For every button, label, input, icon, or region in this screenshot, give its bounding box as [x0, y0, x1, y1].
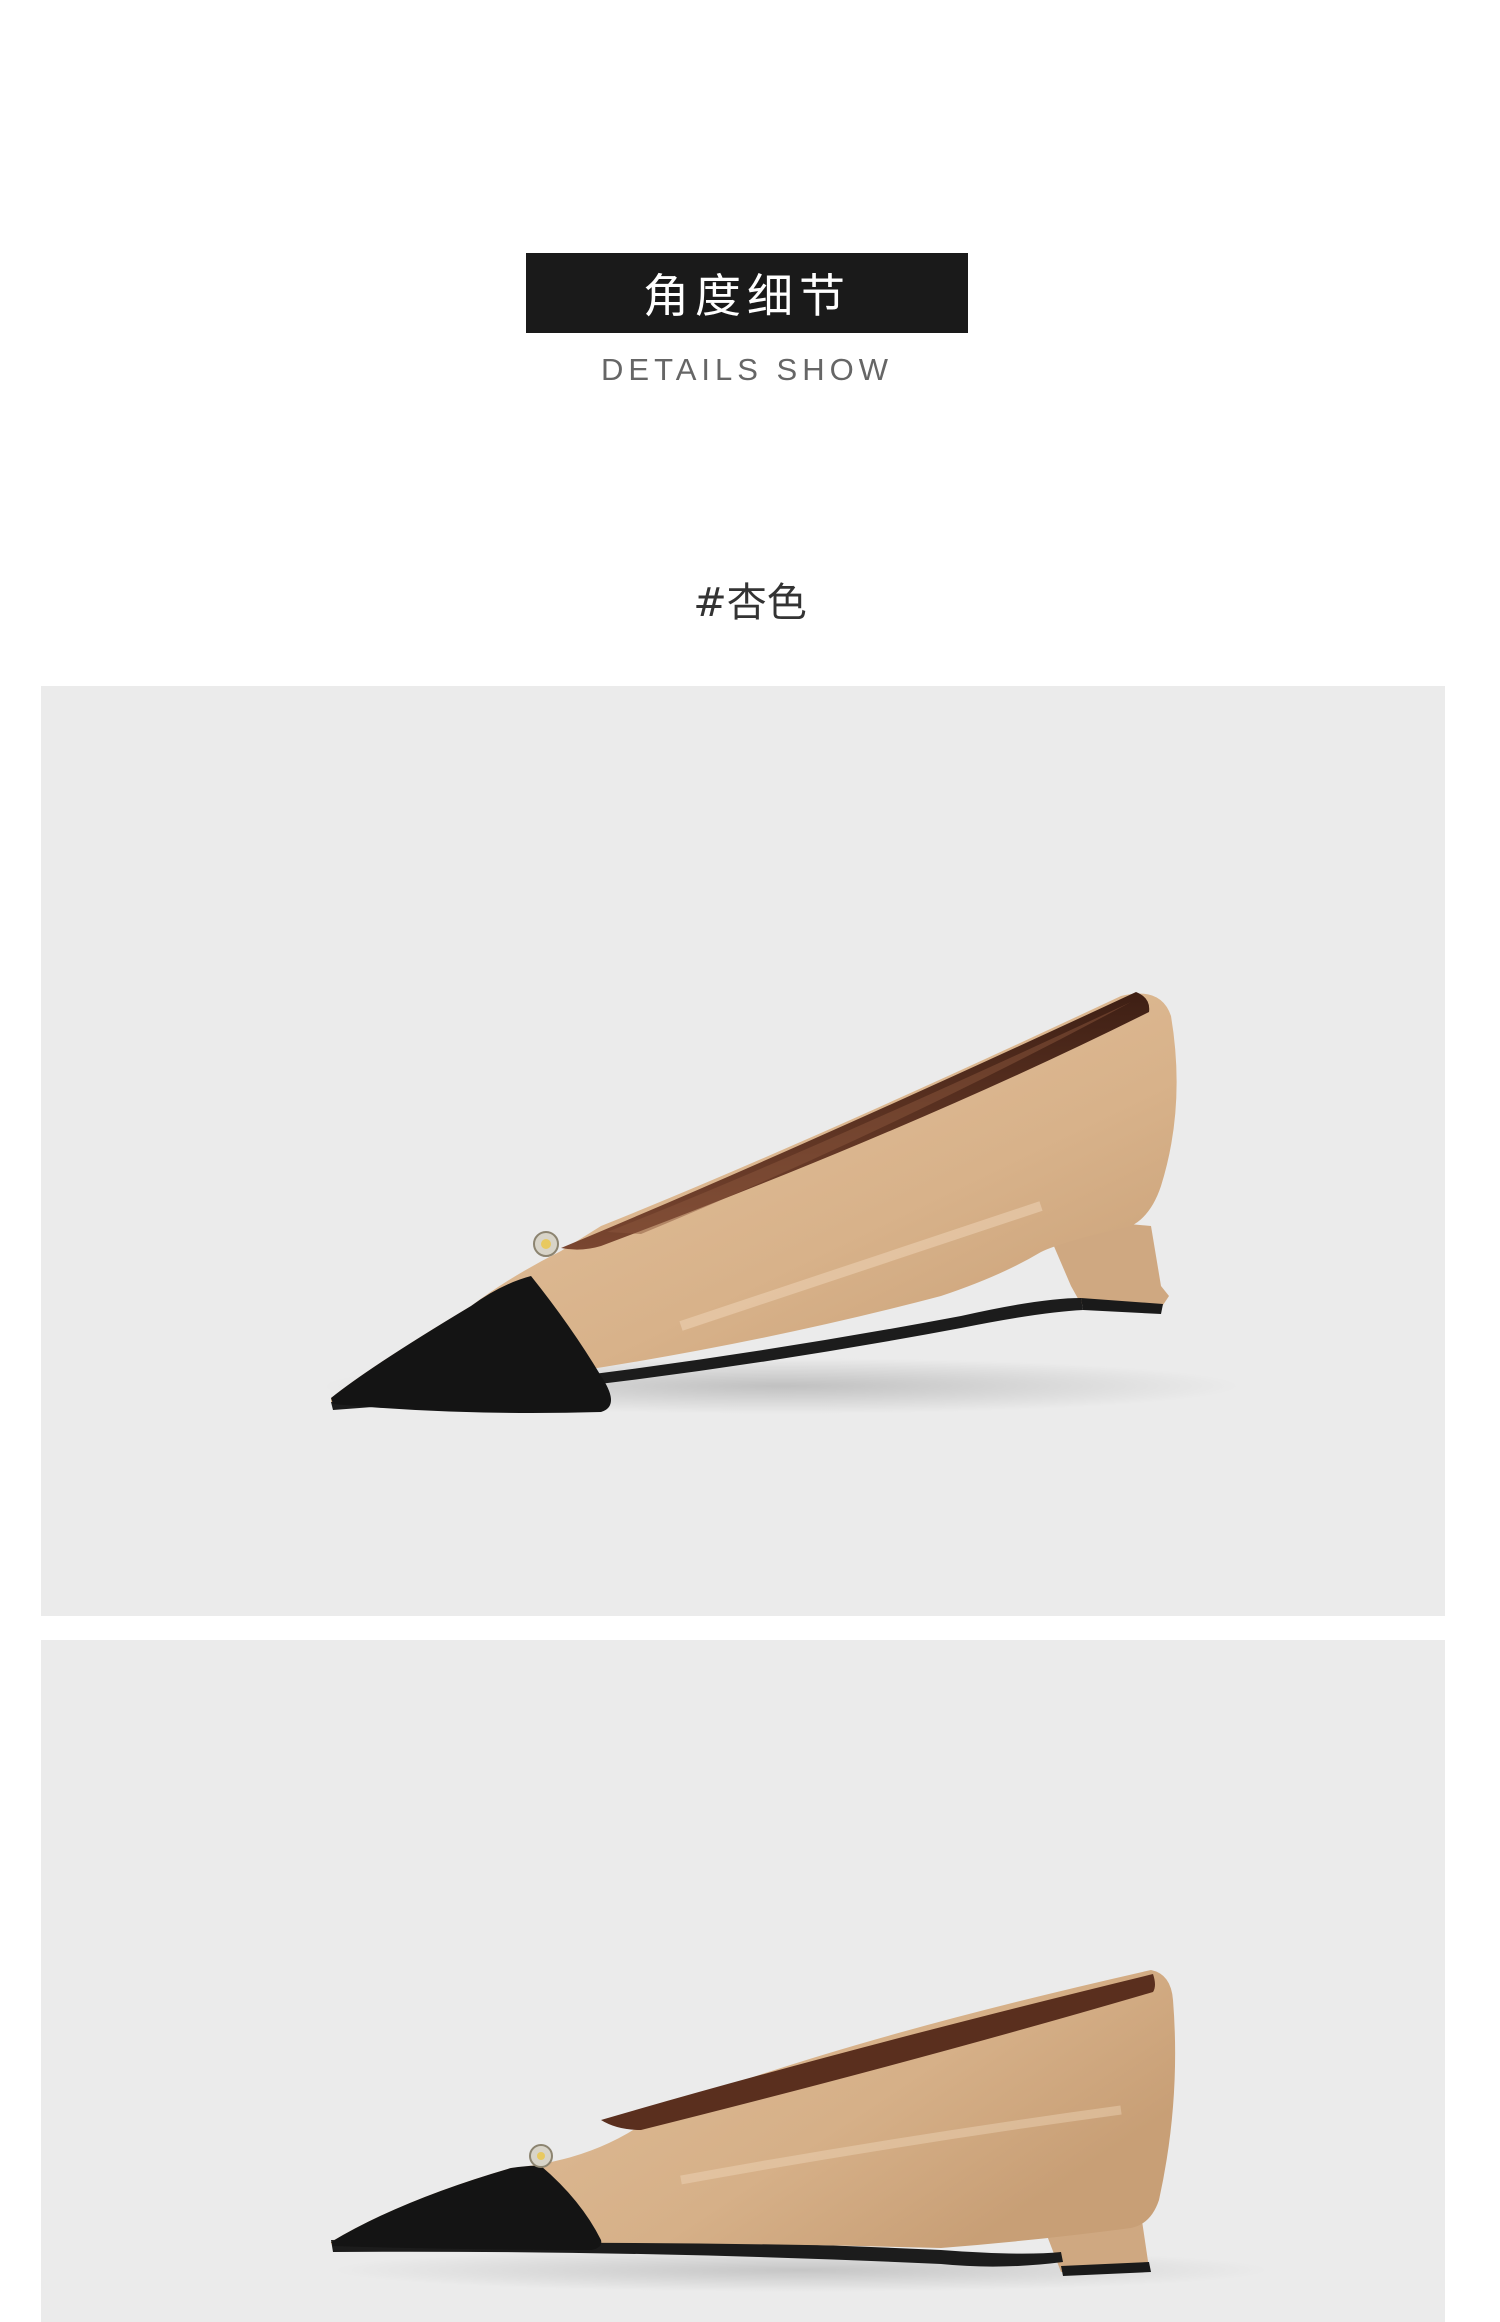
product-photo-angle: [41, 686, 1445, 1616]
section-subtitle: DETAILS SHOW: [601, 352, 893, 387]
shoe-three-quarter-image: [321, 992, 1241, 1414]
section-title-text: 角度细节: [643, 269, 851, 323]
section-title: 角度细节: [526, 253, 968, 333]
color-label: #杏色: [693, 580, 807, 626]
shoe-side-view-image: [331, 1970, 1271, 2292]
product-photo-side: [41, 1640, 1445, 2322]
